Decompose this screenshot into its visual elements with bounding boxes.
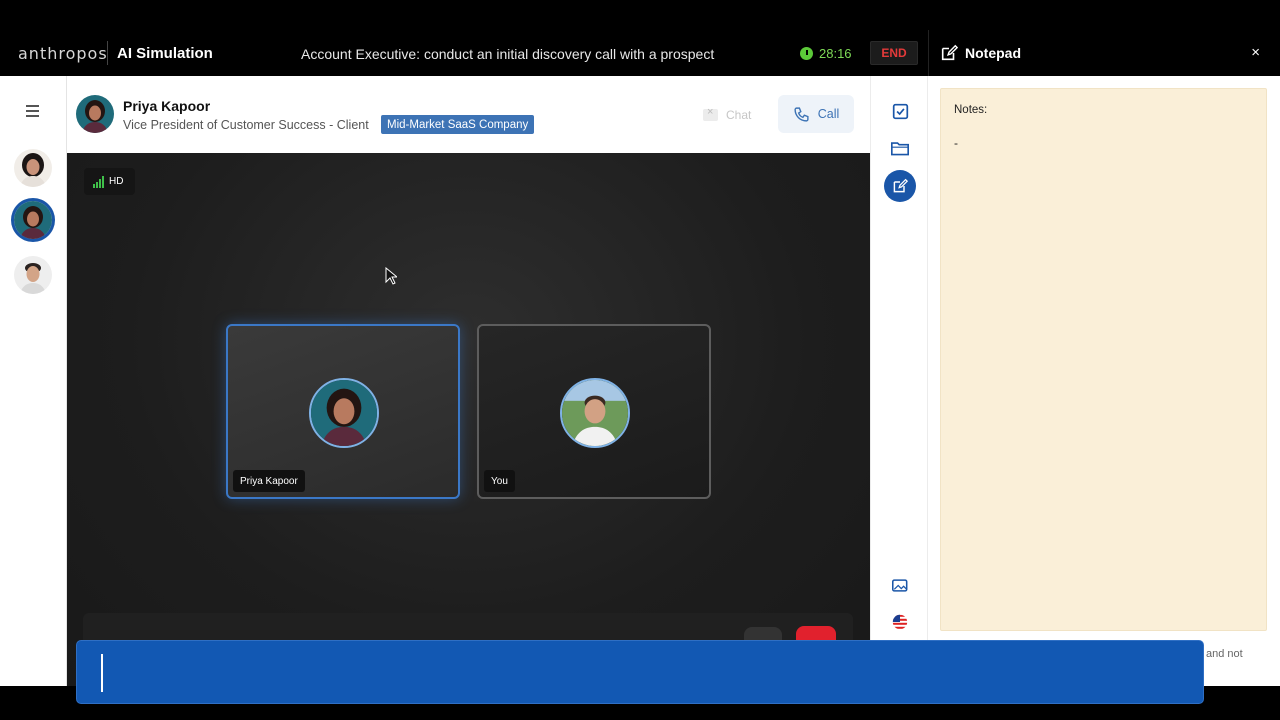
phone-icon (794, 106, 809, 122)
brand-logo: anthropos (18, 44, 108, 63)
contact-role: Vice President of Customer Success - Cli… (123, 118, 369, 132)
contact-header: Priya Kapoor Vice President of Customer … (67, 76, 870, 153)
top-bar: anthropos AI Simulation Account Executiv… (0, 30, 1280, 76)
language-button[interactable] (884, 606, 916, 638)
close-icon[interactable]: × (1251, 44, 1260, 61)
avatar (76, 95, 114, 133)
participant-avatar (560, 378, 630, 448)
participant-name-label: You (484, 470, 515, 492)
brand-divider (107, 41, 108, 65)
video-stage: HD Priya Kapoor You (67, 153, 870, 686)
participant-name-label: Priya Kapoor (233, 470, 305, 492)
contact-avatar-3[interactable] (14, 256, 52, 294)
contact-name: Priya Kapoor (123, 98, 211, 114)
call-label: Call (817, 107, 840, 121)
clock-icon (800, 47, 813, 60)
tasks-button[interactable] (884, 95, 916, 127)
connection-quality-badge: HD (84, 168, 135, 195)
tool-rail (870, 76, 928, 686)
files-button[interactable] (884, 132, 916, 164)
end-button[interactable]: END (870, 41, 918, 65)
edit-icon (893, 178, 908, 193)
notepad-footer-text: and not (1206, 648, 1243, 660)
session-timer: 28:16 (800, 46, 852, 61)
participant-avatar (309, 378, 379, 448)
notepad-button[interactable] (884, 170, 916, 202)
timer-value: 28:16 (819, 46, 852, 61)
quality-label: HD (109, 176, 124, 187)
chat-label: Chat (726, 108, 752, 122)
text-caret (101, 654, 103, 692)
chat-button[interactable]: Chat (703, 104, 751, 126)
mouse-cursor-icon (385, 267, 397, 285)
left-rail (0, 76, 67, 686)
menu-icon[interactable] (26, 105, 39, 120)
notepad-panel: Notes: - and not (928, 76, 1280, 686)
call-button[interactable]: Call (778, 95, 854, 133)
edit-icon (941, 44, 958, 61)
folder-icon (891, 142, 909, 156)
task-description: Account Executive: conduct an initial di… (301, 46, 715, 62)
participant-tile-priya[interactable]: Priya Kapoor (226, 324, 460, 499)
notes-label: Notes: (954, 104, 988, 116)
notepad-title: Notepad (965, 45, 1021, 61)
us-flag-icon (892, 614, 908, 630)
signal-icon (93, 175, 104, 188)
notepad-textarea[interactable]: Notes: - (940, 88, 1267, 631)
media-button[interactable] (884, 569, 916, 601)
notes-content: - (954, 136, 958, 150)
participant-tile-you[interactable]: You (477, 324, 711, 499)
image-icon (891, 578, 907, 592)
app-title: AI Simulation (117, 45, 213, 62)
notepad-header: Notepad × (928, 30, 1280, 76)
company-badge: Mid-Market SaaS Company (381, 115, 535, 134)
chat-disabled-icon (703, 106, 718, 121)
message-input-bar[interactable] (76, 640, 1204, 704)
checkbox-icon (892, 103, 908, 119)
contact-avatar-1[interactable] (14, 149, 52, 187)
contact-avatar-2-active[interactable] (14, 201, 52, 239)
